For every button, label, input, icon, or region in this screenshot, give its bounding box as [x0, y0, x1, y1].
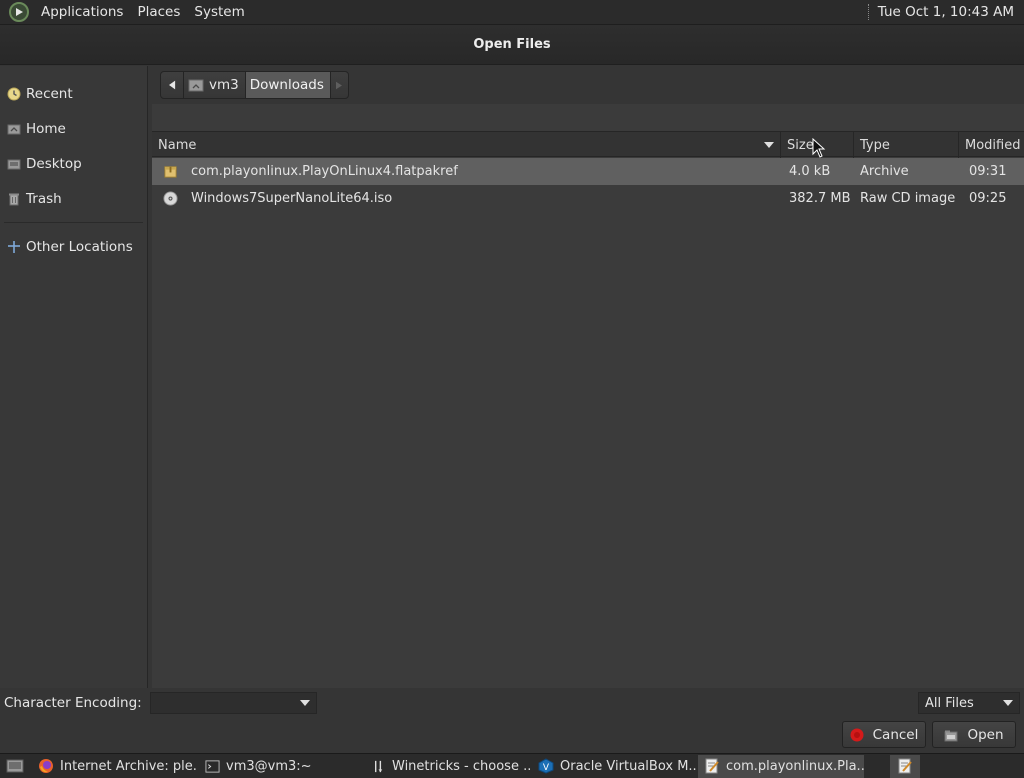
virtualbox-icon: V [538, 758, 554, 774]
open-files-dialog: Open Files Recent Home Desktop Trash Oth… [0, 25, 1024, 753]
chevron-left-icon [168, 80, 175, 90]
sidebar-item-label: Trash [26, 190, 62, 207]
desktop-icon [6, 156, 21, 171]
cancel-icon [850, 728, 864, 742]
trash-icon [6, 191, 21, 206]
path-segment-label: vm3 [209, 77, 239, 93]
sidebar-item-other-locations[interactable]: Other Locations [0, 229, 147, 264]
sort-descending-icon [764, 142, 774, 148]
filter-value: All Files [925, 695, 974, 711]
path-bar: vm3 Downloads [152, 66, 1024, 104]
path-segment-label: Downloads [249, 77, 324, 93]
sidebar-item-trash[interactable]: Trash [0, 181, 147, 216]
taskbar-item-label: Oracle VirtualBox M... [560, 758, 698, 774]
file-type: Archive [860, 164, 909, 179]
cancel-button[interactable]: Cancel [842, 721, 926, 748]
archive-icon [162, 164, 178, 180]
file-filter-dropdown[interactable]: All Files [918, 692, 1020, 714]
file-type: Raw CD image [860, 191, 956, 206]
encoding-dropdown[interactable] [149, 692, 317, 714]
taskbar-item-virtualbox[interactable]: V Oracle VirtualBox M... [532, 755, 698, 778]
home-icon [6, 121, 21, 136]
encoding-label: Character Encoding: [4, 695, 142, 711]
file-modified: 09:31 [969, 164, 1007, 179]
taskbar: Internet Archive: ple... vm3@vm3:~ Winet… [0, 753, 1024, 778]
show-desktop-icon [6, 759, 24, 773]
menu-places[interactable]: Places [130, 0, 187, 25]
file-name: com.playonlinux.PlayOnLinux4.flatpakref [191, 164, 458, 179]
distro-logo-icon[interactable] [9, 2, 29, 22]
path-segment-vm3[interactable]: vm3 [184, 71, 246, 99]
cancel-button-label: Cancel [872, 726, 919, 743]
open-button[interactable]: Open [932, 721, 1016, 748]
svg-text:V: V [543, 763, 550, 773]
sidebar-item-label: Desktop [26, 155, 82, 172]
sidebar-item-label: Home [26, 120, 66, 137]
file-row[interactable]: com.playonlinux.PlayOnLinux4.flatpakref … [152, 158, 1024, 185]
path-forward-button[interactable] [330, 71, 349, 99]
file-row[interactable]: Windows7SuperNanoLite64.iso 382.7 MB Raw… [152, 185, 1024, 212]
path-back-button[interactable] [160, 71, 184, 99]
taskbar-item-winetricks[interactable]: Winetricks - choose ... [364, 755, 532, 778]
sidebar-item-label: Other Locations [26, 238, 133, 255]
taskbar-item-label: Winetricks - choose ... [392, 758, 532, 774]
chevron-down-icon [1003, 700, 1013, 706]
open-button-label: Open [967, 726, 1004, 743]
file-size: 382.7 MB [789, 191, 851, 206]
firefox-icon [38, 758, 54, 774]
panel-separator [867, 4, 870, 20]
show-desktop-button[interactable] [0, 755, 30, 778]
tray-text-editor[interactable] [890, 754, 920, 778]
sidebar-divider [4, 222, 143, 223]
terminal-icon [204, 758, 220, 774]
taskbar-item-label: vm3@vm3:~ [226, 758, 312, 774]
open-folder-icon [944, 728, 958, 742]
file-size: 4.0 kB [789, 164, 831, 179]
column-name[interactable]: Name [152, 132, 781, 158]
home-folder-icon [188, 78, 204, 92]
column-modified[interactable]: Modified [959, 132, 1024, 158]
text-editor-icon [704, 758, 720, 774]
file-modified: 09:25 [969, 191, 1007, 206]
taskbar-item-firefox[interactable]: Internet Archive: ple... [32, 755, 198, 778]
sidebar-item-home[interactable]: Home [0, 111, 147, 146]
menu-applications[interactable]: Applications [34, 0, 130, 25]
path-segment-downloads[interactable]: Downloads [245, 71, 331, 99]
places-sidebar: Recent Home Desktop Trash Other Location… [0, 66, 148, 688]
encoding-row: Character Encoding: All Files [0, 689, 1024, 717]
sidebar-item-desktop[interactable]: Desktop [0, 146, 147, 181]
taskbar-item-label: com.playonlinux.Pla... [726, 758, 864, 774]
winetricks-icon [370, 758, 386, 774]
dialog-buttons: Cancel Open [0, 719, 1024, 753]
column-size[interactable]: Size [781, 132, 854, 158]
sidebar-item-label: Recent [26, 85, 73, 102]
column-header: Name Size Type Modified [152, 131, 1024, 158]
taskbar-item-label: Internet Archive: ple... [60, 758, 198, 774]
column-type[interactable]: Type [854, 132, 959, 158]
text-editor-icon [898, 758, 912, 774]
disc-icon [162, 191, 178, 207]
taskbar-item-terminal[interactable]: vm3@vm3:~ [198, 755, 364, 778]
column-name-label: Name [158, 137, 197, 153]
plus-icon [6, 239, 21, 254]
sidebar-item-recent[interactable]: Recent [0, 76, 147, 111]
taskbar-item-text-editor[interactable]: com.playonlinux.Pla... [698, 754, 864, 778]
chevron-right-icon [336, 81, 343, 89]
menu-system[interactable]: System [187, 0, 251, 25]
top-panel: Applications Places System Tue Oct 1, 10… [0, 0, 1024, 25]
dialog-title[interactable]: Open Files [0, 25, 1024, 65]
clock[interactable]: Tue Oct 1, 10:43 AM [878, 4, 1024, 20]
file-list: com.playonlinux.PlayOnLinux4.flatpakref … [152, 158, 1024, 212]
file-name: Windows7SuperNanoLite64.iso [191, 191, 393, 206]
chevron-down-icon [299, 700, 310, 706]
file-browser-pane: vm3 Downloads Name Size Type Modified co… [152, 66, 1024, 688]
recent-icon [6, 86, 21, 101]
